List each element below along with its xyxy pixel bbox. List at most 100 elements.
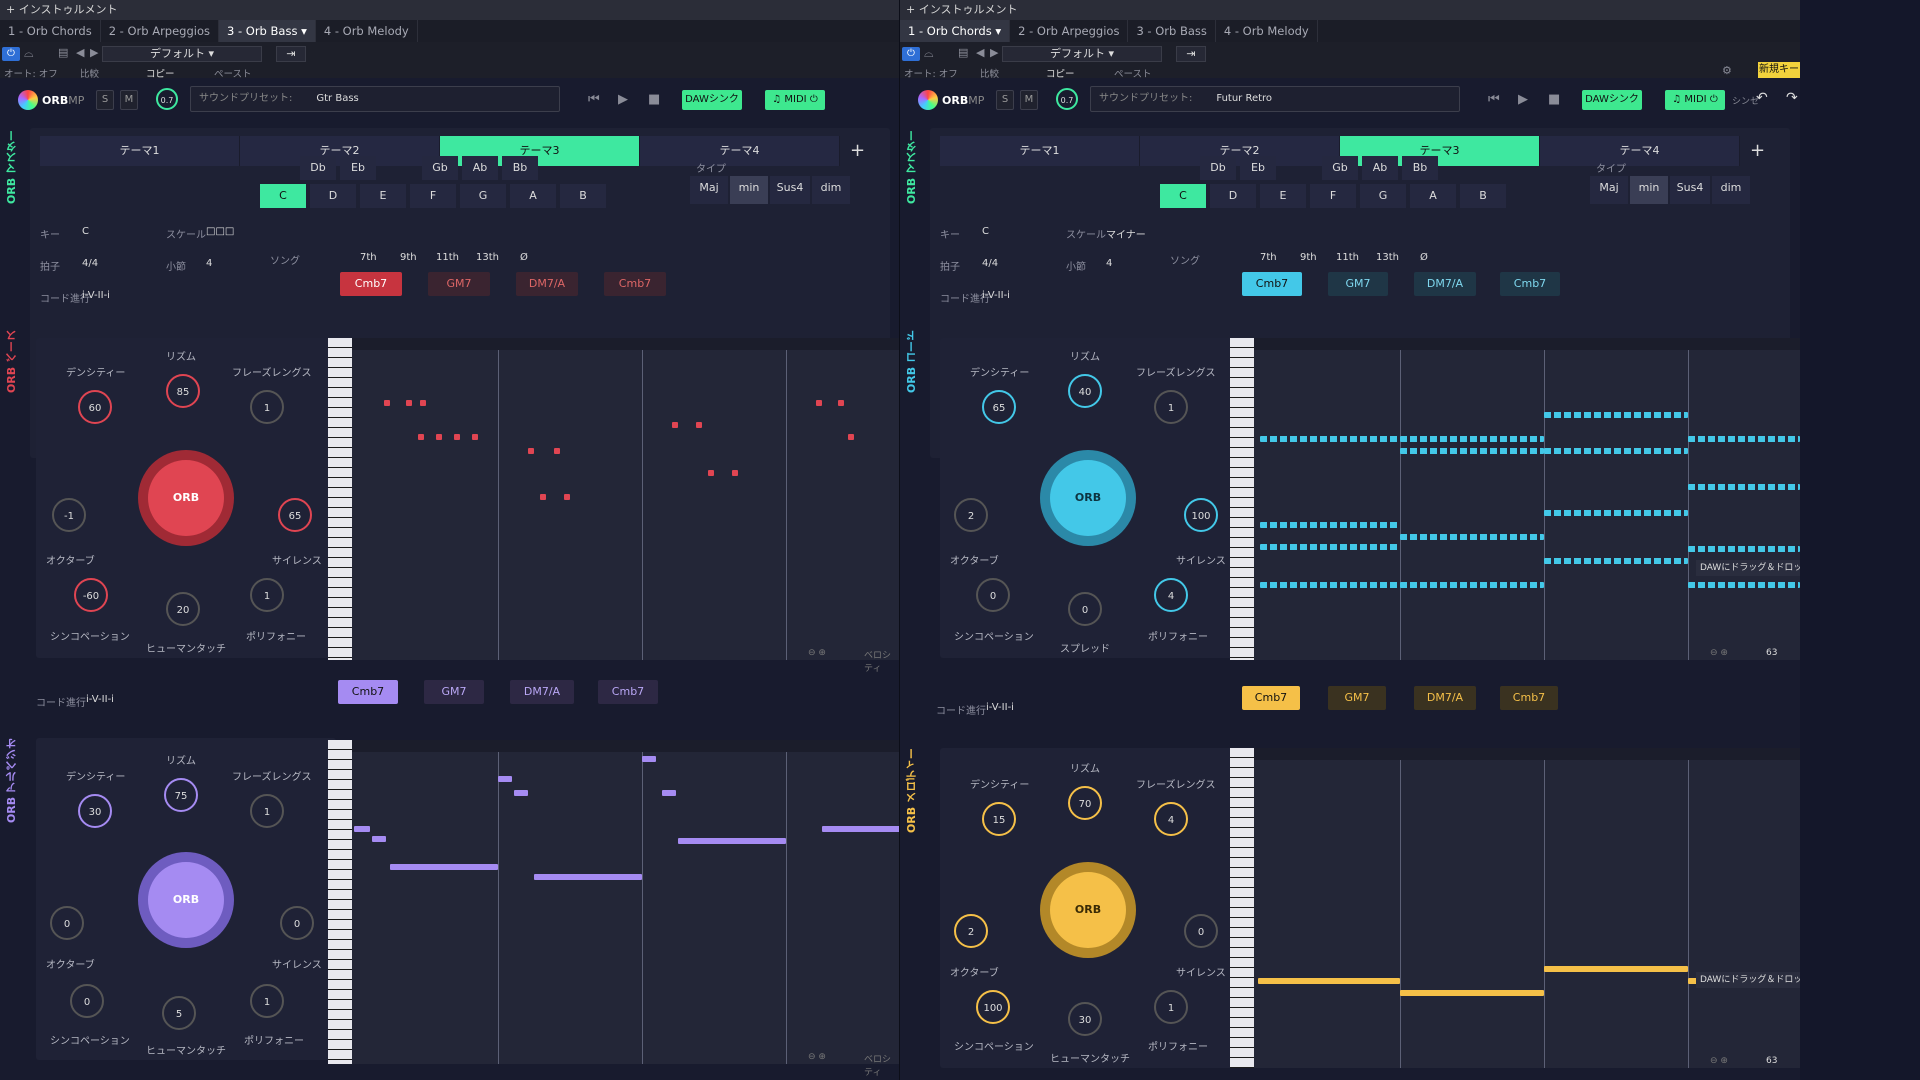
compare-button[interactable]: 比較 [980,66,999,80]
chord-slot-4[interactable]: Cmb7 [1500,272,1560,296]
density-knob[interactable]: 30 [78,794,112,828]
mute-button[interactable]: M [120,90,138,110]
automation-status[interactable]: オート: オフ [904,66,958,80]
play-icon[interactable]: ▶ [1518,92,1528,107]
type-min[interactable]: min [1630,176,1668,204]
silence-knob[interactable]: 0 [280,906,314,940]
power-icon[interactable]: ⏻ [2,47,20,61]
arp-piano-roll[interactable]: ⊖ ⊕ ベロシティ [328,740,900,1078]
bass-piano-roll[interactable]: ⊖ ⊕ ベロシティ [328,338,900,674]
velocity-value[interactable]: 63 [1766,648,1777,658]
midi-note[interactable] [406,400,412,406]
skip-back-icon[interactable]: ⏮ [588,92,600,107]
midi-note[interactable] [564,494,570,500]
arp-chord-slot-1[interactable]: Cmb7 [338,680,398,704]
midi-note[interactable] [1258,978,1400,984]
compare-button[interactable]: 比較 [80,66,99,80]
note-gb[interactable]: Gb [422,156,458,180]
midi-note[interactable] [708,470,714,476]
arp-orb[interactable]: ORB [148,862,224,938]
ext-halfdim[interactable]: Ø [1420,252,1428,263]
chord-slot-2[interactable]: GM7 [1328,272,1388,296]
midi-note[interactable] [1544,412,1688,418]
zoom-controls[interactable]: ⊖ ⊕ [808,648,826,658]
midi-note[interactable] [1400,436,1544,442]
sound-preset-selector[interactable]: サウンドプリセット: Futur Retro [1090,86,1460,112]
add-theme-button[interactable]: + [850,140,865,161]
note-gb[interactable]: Gb [1322,156,1358,180]
tab-orb-arpeggios[interactable]: 2 - Orb Arpeggios [101,20,219,42]
note-a[interactable]: A [1410,184,1456,208]
phrase-knob[interactable]: 1 [1154,390,1188,424]
spread-knob[interactable]: 0 [1068,592,1102,626]
prev-preset-icon[interactable]: ◀ [976,46,984,59]
chord-slot-3[interactable]: DM7/A [1414,272,1476,296]
chords-piano-roll[interactable]: DAWにドラッグ＆ドロップ ⊖ ⊕ 63 [1230,338,1800,660]
melody-orb[interactable]: ORB [1050,872,1126,948]
note-c[interactable]: C [260,184,306,208]
time-sig-value[interactable]: 4/4 [982,258,998,269]
midi-note[interactable] [1260,522,1400,528]
note-e[interactable]: E [1260,184,1306,208]
midi-note[interactable] [816,400,822,406]
stop-icon[interactable]: ■ [1548,92,1560,107]
play-icon[interactable]: ▶ [618,92,628,107]
add-theme-button[interactable]: + [1750,140,1765,161]
copy-button[interactable]: コピー [146,66,175,80]
link-icon[interactable]: ⌓ [924,46,934,61]
density-knob[interactable]: 60 [78,390,112,424]
syncopation-knob[interactable]: 0 [70,984,104,1018]
arp-progression-value[interactable]: i-V-II-i [86,694,114,705]
type-maj[interactable]: Maj [690,176,728,204]
chords-orb[interactable]: ORB [1050,460,1126,536]
midi-note[interactable] [1260,436,1400,442]
midi-note[interactable] [554,448,560,454]
tab-orb-chords[interactable]: 1 - Orb Chords [0,20,101,42]
gain-knob[interactable]: 0.7 [1056,88,1078,110]
rhythm-knob[interactable]: 75 [164,778,198,812]
note-ab[interactable]: Ab [1362,156,1398,180]
midi-button[interactable]: ♫ MIDI ⏻ [1665,90,1725,110]
zoom-controls[interactable]: ⊖ ⊕ [808,1052,826,1062]
ext-11th[interactable]: 11th [1336,252,1359,263]
density-knob[interactable]: 15 [982,802,1016,836]
midi-note[interactable] [1400,990,1544,996]
synth-toggle[interactable]: シンセ [1732,94,1759,107]
silence-knob[interactable]: 100 [1184,498,1218,532]
midi-note[interactable] [1260,582,1400,588]
polyphony-knob[interactable]: 1 [1154,990,1188,1024]
note-d[interactable]: D [1210,184,1256,208]
midi-note[interactable] [1544,966,1688,972]
next-preset-icon[interactable]: ▶ [990,46,998,59]
midi-note[interactable] [1400,534,1544,540]
melody-progression-value[interactable]: i-V-II-i [986,702,1014,713]
midi-note[interactable] [420,400,426,406]
tab-orb-bass[interactable]: 3 - Orb Bass ▾ [219,20,316,42]
chord-slot-1[interactable]: Cmb7 [1242,272,1302,296]
rhythm-knob[interactable]: 40 [1068,374,1102,408]
progression-value[interactable]: i-V-II-i [82,290,110,301]
daw-sync-button[interactable]: DAWシンク [1582,90,1642,110]
type-sus4[interactable]: Sus4 [1670,176,1710,204]
phrase-knob[interactable]: 4 [1154,802,1188,836]
syncopation-knob[interactable]: 100 [976,990,1010,1024]
next-preset-icon[interactable]: ▶ [90,46,98,59]
settings-gear-icon[interactable]: ⚙ [1722,64,1732,77]
midi-note[interactable] [1544,448,1688,454]
progression-value[interactable]: i-V-II-i [982,290,1010,301]
bass-orb[interactable]: ORB [148,460,224,536]
theme-4-tab[interactable]: テーマ4 [640,136,840,166]
midi-note[interactable] [454,434,460,440]
midi-note[interactable] [822,826,900,832]
note-ab[interactable]: Ab [462,156,498,180]
midi-note[interactable] [696,422,702,428]
note-f[interactable]: F [410,184,456,208]
routing-icon[interactable]: ⇥ [1176,46,1206,62]
save-icon[interactable]: ▤ [958,46,968,59]
arp-chord-slot-3[interactable]: DM7/A [510,680,574,704]
chord-slot-4[interactable]: Cmb7 [604,272,666,296]
tab-orb-bass[interactable]: 3 - Orb Bass [1128,20,1216,42]
melody-chord-slot-2[interactable]: GM7 [1328,686,1386,710]
midi-note[interactable] [1400,448,1544,454]
redo-icon[interactable]: ↷ [1786,90,1798,106]
